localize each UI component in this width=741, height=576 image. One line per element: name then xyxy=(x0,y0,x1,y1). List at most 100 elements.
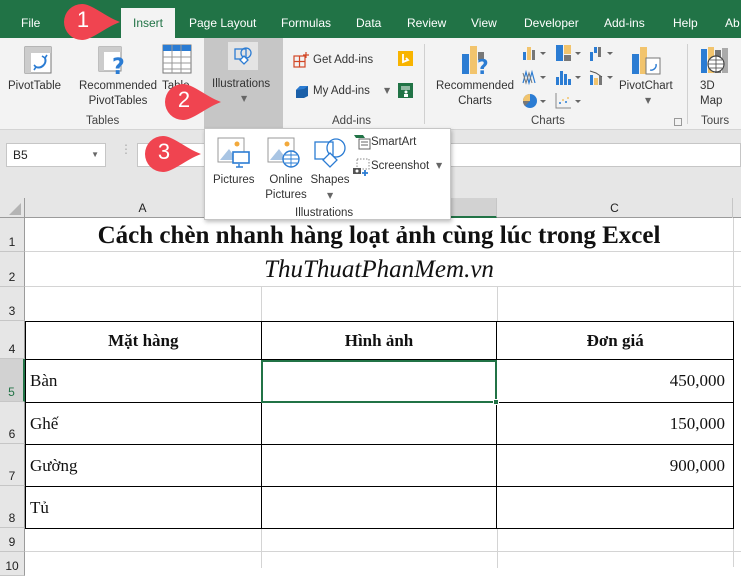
pivotchart-label: PivotChart xyxy=(619,80,673,92)
tab-developer[interactable]: Developer xyxy=(515,8,588,38)
name-box-dropdown-icon[interactable]: ▼ xyxy=(91,144,99,166)
cell-image-selected[interactable] xyxy=(260,359,500,405)
cell-price[interactable]: 450,000 xyxy=(496,359,734,403)
pivotchart-button[interactable]: PivotChart ▼ xyxy=(618,38,680,110)
3d-map-button[interactable]: 3D Map xyxy=(694,38,741,110)
scatter-chart-button[interactable] xyxy=(555,92,585,110)
recommended-charts-icon: ? xyxy=(462,46,489,76)
charts-dialog-launcher[interactable] xyxy=(674,118,682,126)
waterfall-chart-button[interactable] xyxy=(589,44,617,62)
tab-review[interactable]: Review xyxy=(398,8,455,38)
fill-handle[interactable] xyxy=(493,399,500,405)
shapes-dropdown-icon: ▼ xyxy=(327,191,334,200)
my-addins-icon xyxy=(296,86,308,98)
3d-map-label-2: Map xyxy=(700,95,723,107)
formula-bar-grip-icon[interactable]: ⋮ xyxy=(120,143,132,163)
store-icon xyxy=(293,52,309,68)
cell-item[interactable]: Bàn xyxy=(25,359,262,403)
hierarchy-chart-button[interactable] xyxy=(555,44,585,62)
online-pictures-button[interactable]: Online Pictures xyxy=(263,133,309,203)
sheet-subtitle[interactable]: ThuThuatPhanMem.vn xyxy=(25,254,733,286)
tables-group-label: Tables xyxy=(86,115,120,127)
cell-item[interactable]: Gường xyxy=(25,444,262,487)
recommended-charts-button[interactable]: ? Recommended Charts xyxy=(432,38,518,110)
svg-text:?: ? xyxy=(112,55,125,76)
row-header-10[interactable]: 10 xyxy=(0,552,25,576)
select-all-button[interactable] xyxy=(0,198,25,218)
pictures-button[interactable]: Pictures xyxy=(211,133,257,189)
tab-view[interactable]: View xyxy=(462,8,506,38)
row-header-5[interactable]: 5 xyxy=(0,359,25,402)
smartart-label: SmartArt xyxy=(371,136,417,148)
name-box[interactable]: B5 ▼ xyxy=(6,143,106,167)
smartart-button[interactable]: SmartArt xyxy=(353,133,423,153)
pictures-icon xyxy=(217,137,250,168)
cell-image[interactable] xyxy=(260,402,498,445)
illustrations-dropdown: Pictures Online Pictures Shapes ▼ SmartA… xyxy=(204,128,451,220)
shapes-label: Shapes xyxy=(310,174,350,186)
combo-chart-button[interactable] xyxy=(589,68,617,86)
pivottable-icon xyxy=(24,46,52,74)
get-addins-button[interactable]: Get Add-ins xyxy=(292,51,384,71)
tab-about[interactable]: Ab xyxy=(716,8,741,38)
recommended-charts-label-1: Recommended xyxy=(436,80,514,92)
tab-help[interactable]: Help xyxy=(664,8,707,38)
cell-item[interactable]: Tủ xyxy=(25,486,262,529)
row-header-7[interactable]: 7 xyxy=(0,444,25,486)
column-header-c[interactable]: C xyxy=(497,198,733,218)
cell-image[interactable] xyxy=(260,444,498,487)
column-chart-icon xyxy=(523,47,546,60)
line-chart-button[interactable] xyxy=(522,68,550,86)
header-price[interactable]: Đơn giá xyxy=(496,321,734,360)
tab-file[interactable]: File xyxy=(12,8,49,38)
waterfall-chart-icon xyxy=(590,47,613,61)
shapes-button[interactable]: Shapes ▼ xyxy=(309,133,351,203)
recommended-pivottables-label-2: PivotTables xyxy=(88,95,148,107)
cell-item[interactable]: Ghế xyxy=(25,402,262,445)
recommended-pivottables-button[interactable]: ? Recommended PivotTables xyxy=(72,38,157,110)
pictures-label: Pictures xyxy=(213,174,255,186)
people-graph-button[interactable] xyxy=(398,83,413,98)
cell-price[interactable] xyxy=(496,486,734,529)
online-pictures-label-1: Online xyxy=(269,174,303,186)
screenshot-button[interactable]: Screenshot ▼ xyxy=(353,157,445,177)
row-header-8[interactable]: 8 xyxy=(0,486,25,528)
sheet-title[interactable]: Cách chèn nhanh hàng loạt ảnh cùng lúc t… xyxy=(25,220,733,252)
tours-group-label: Tours xyxy=(701,115,730,127)
treemap-chart-icon xyxy=(556,45,581,61)
tab-data[interactable]: Data xyxy=(347,8,390,38)
3d-map-icon xyxy=(701,47,728,73)
my-addins-label: My Add-ins xyxy=(313,85,370,97)
tab-formulas[interactable]: Formulas xyxy=(272,8,340,38)
cell-price[interactable]: 900,000 xyxy=(496,444,734,487)
histogram-chart-icon xyxy=(556,71,581,85)
row-header-2[interactable]: 2 xyxy=(0,252,25,287)
row-header-9[interactable]: 9 xyxy=(0,528,25,552)
cell-price[interactable]: 150,000 xyxy=(496,402,734,445)
column-chart-button[interactable] xyxy=(522,44,550,62)
tab-page-layout[interactable]: Page Layout xyxy=(180,8,265,38)
pie-chart-button[interactable] xyxy=(522,92,550,110)
combo-chart-icon xyxy=(589,70,613,85)
select-all-triangle-icon xyxy=(9,203,21,215)
tab-insert[interactable]: Insert xyxy=(121,8,175,38)
row-header-3[interactable]: 3 xyxy=(0,287,25,321)
bing-maps-button[interactable] xyxy=(398,51,413,66)
header-item[interactable]: Mặt hàng xyxy=(25,321,262,360)
tab-add-ins[interactable]: Add-ins xyxy=(595,8,654,38)
pivottable-button[interactable]: PivotTable xyxy=(8,38,68,108)
cell-image[interactable] xyxy=(260,486,498,529)
header-image[interactable]: Hình ảnh xyxy=(260,321,498,360)
online-pictures-icon xyxy=(267,137,300,168)
product-table: Mặt hàng Hình ảnh Đơn giá Bàn 450,000 Gh… xyxy=(25,321,734,529)
table-row: Tủ xyxy=(25,486,734,529)
svg-text:?: ? xyxy=(477,55,489,76)
pie-chart-icon xyxy=(522,94,546,108)
row-header-4[interactable]: 4 xyxy=(0,321,25,359)
row-header-6[interactable]: 6 xyxy=(0,402,25,444)
row-header-1[interactable]: 1 xyxy=(0,218,25,252)
illustrations-dropdown-icon: ▼ xyxy=(241,94,248,103)
smartart-icon xyxy=(354,135,371,150)
my-addins-button[interactable]: My Add-ins ▼ xyxy=(292,82,394,102)
statistic-chart-button[interactable] xyxy=(555,68,585,86)
